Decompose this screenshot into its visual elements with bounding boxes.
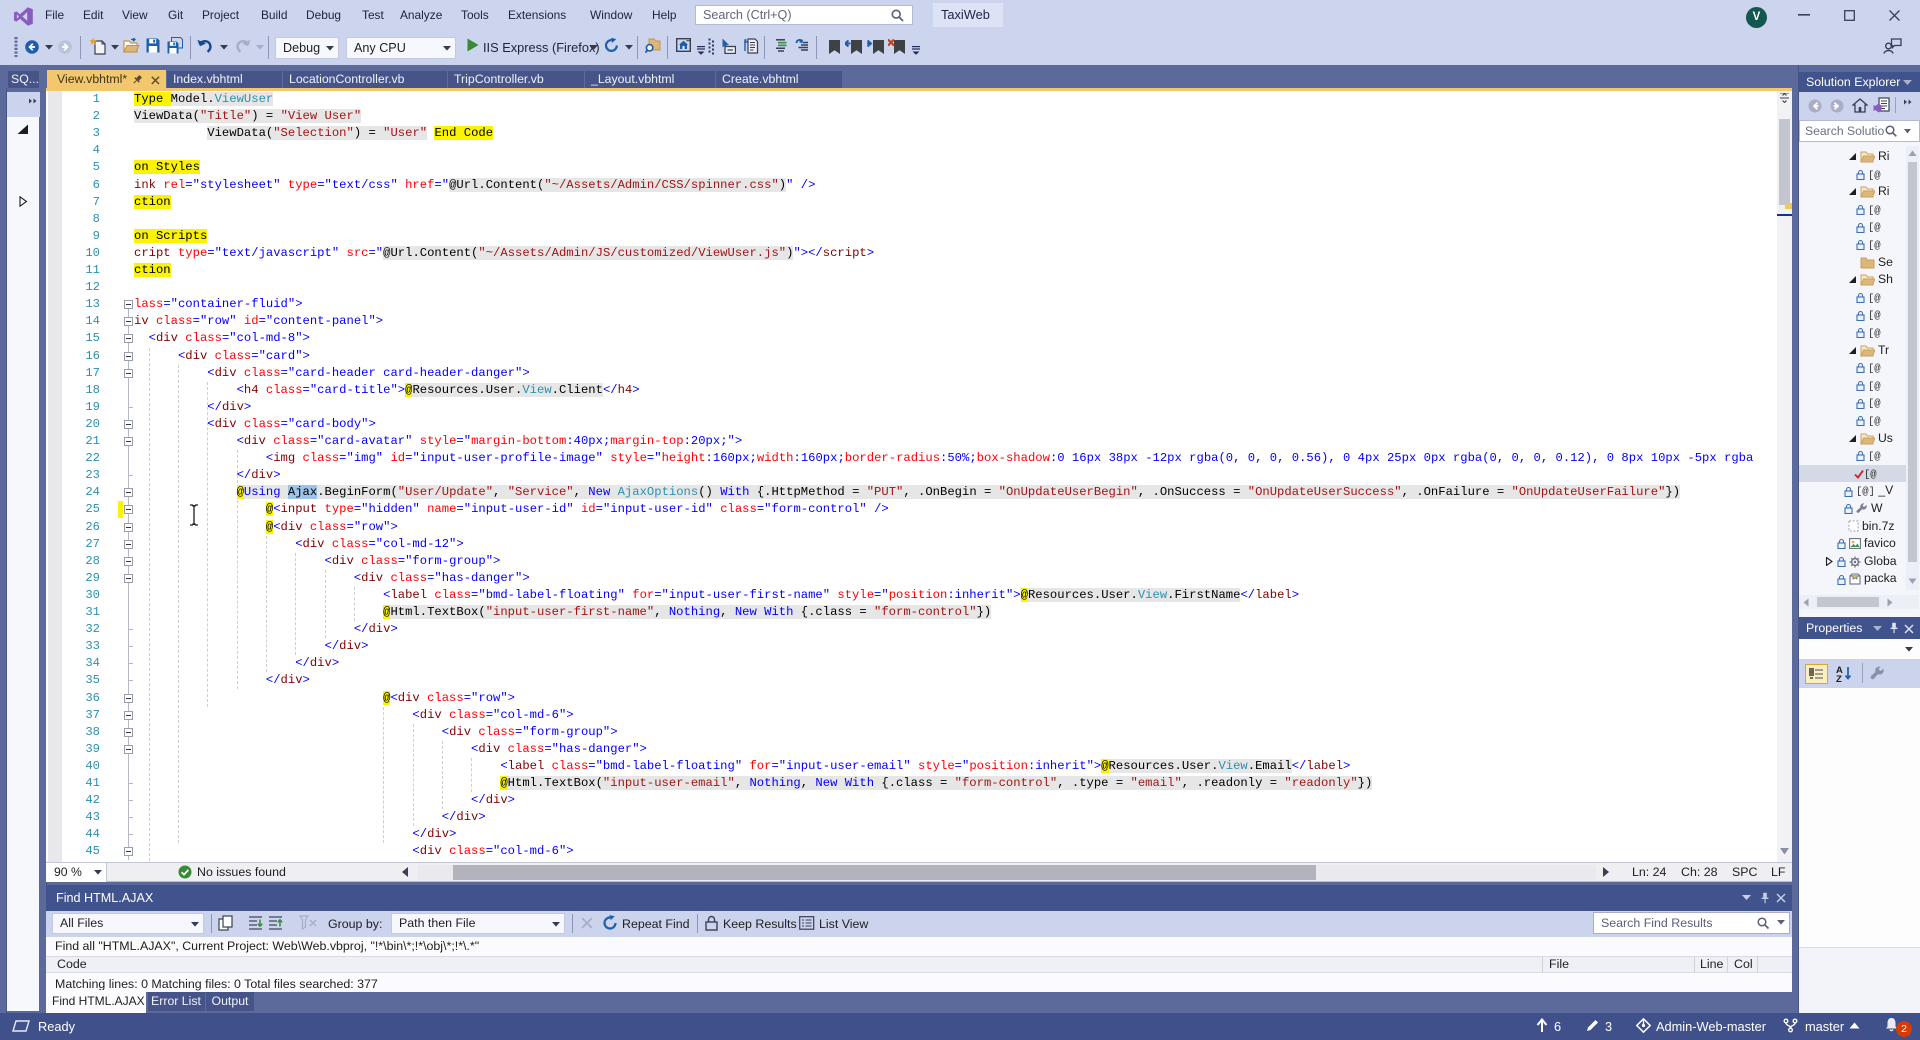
- svg-text:Z: Z: [1836, 674, 1842, 682]
